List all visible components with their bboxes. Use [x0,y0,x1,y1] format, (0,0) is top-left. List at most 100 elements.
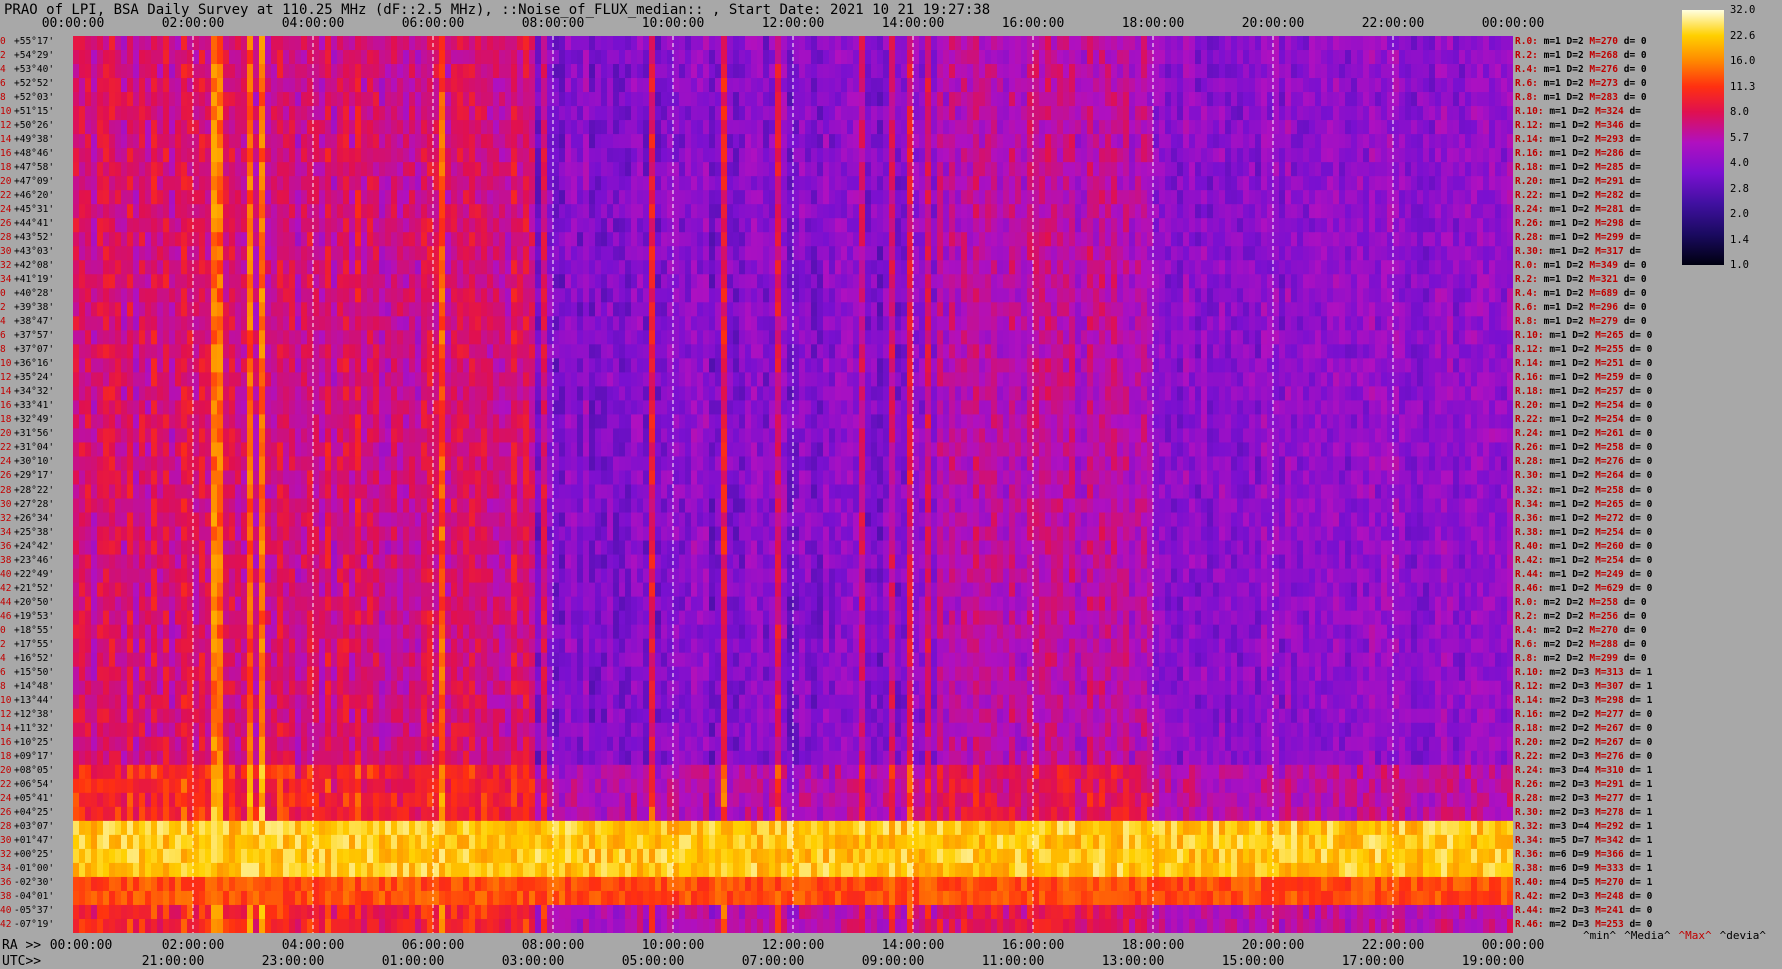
heatmap-cell [919,78,926,93]
heatmap-cell [493,232,500,247]
heatmap-cell [991,218,998,233]
heatmap-cell [1039,64,1046,79]
heatmap-cell [277,204,284,219]
heatmap-cell [1309,106,1316,121]
heatmap-cell [1153,190,1160,205]
heatmap-cell [889,274,896,289]
heatmap-cell [139,120,146,135]
heatmap-cell [493,134,500,149]
heatmap-cell [355,148,362,163]
heatmap-cell [1069,288,1076,303]
heatmap-cell [997,78,1004,93]
heatmap-cell [1075,288,1082,303]
heatmap-cell [943,162,950,177]
heatmap-cell [1195,50,1202,65]
heatmap-cell [799,134,806,149]
heatmap-cell [985,232,992,247]
heatmap-cell [1357,288,1364,303]
heatmap-cell [649,50,656,65]
heatmap-cell [457,92,464,107]
heatmap-cell [343,64,350,79]
heatmap-cell [1327,92,1334,107]
heatmap-cell [157,302,164,317]
heatmap-cell [1477,148,1484,163]
heatmap-cell [403,36,410,51]
heatmap-cell [1237,190,1244,205]
heatmap-cell [979,148,986,163]
heatmap-cell [157,106,164,121]
heatmap-cell [223,148,230,163]
heatmap-cell [1219,120,1226,135]
heatmap-cell [949,218,956,233]
heatmap-cell [1315,134,1322,149]
heatmap-cell [175,204,182,219]
heatmap-cell [1201,106,1208,121]
heatmap-cell [1087,232,1094,247]
heatmap-cell [1273,260,1280,275]
heatmap-cell [181,218,188,233]
heatmap-cell [1249,232,1256,247]
heatmap-cell [1189,274,1196,289]
heatmap-cell [685,36,692,51]
heatmap-cell [703,162,710,177]
heatmap-cell [955,92,962,107]
heatmap-cell [1315,120,1322,135]
heatmap-cell [1213,64,1220,79]
heatmap-cell [745,50,752,65]
heatmap-cell [1249,162,1256,177]
heatmap-cell [343,260,350,275]
heatmap-cell [1081,176,1088,191]
heatmap-cell [991,106,998,121]
heatmap-cell [1225,92,1232,107]
heatmap-cell [751,302,758,317]
heatmap-cell [709,190,716,205]
heatmap-cell [535,148,542,163]
heatmap-cell [487,64,494,79]
heatmap-cell [1009,218,1016,233]
heatmap-cell [439,302,446,317]
heatmap-cell [649,176,656,191]
heatmap-cell [229,50,236,65]
heatmap-cell [1081,120,1088,135]
heatmap-cell [1105,92,1112,107]
heatmap-cell [691,36,698,51]
heatmap-cell [811,232,818,247]
heatmap-cell [895,218,902,233]
heatmap-cell [439,148,446,163]
heatmap-cell [103,50,110,65]
heatmap-cell [511,316,518,331]
heatmap-cell [193,50,200,65]
heatmap-cell [1441,106,1448,121]
heatmap-cell [1141,78,1148,93]
heatmap-cell [1321,148,1328,163]
heatmap-cell [1171,218,1178,233]
heatmap-cell [247,190,254,205]
heatmap-cell [793,218,800,233]
heatmap-cell [1393,176,1400,191]
heatmap-cell [409,36,416,51]
heatmap-cell [1435,78,1442,93]
heatmap-cell [499,232,506,247]
heatmap-cell [331,190,338,205]
heatmap-cell [1099,64,1106,79]
heatmap-cell [181,106,188,121]
heatmap-cell [1243,232,1250,247]
heatmap-cell [541,92,548,107]
heatmap-cell [355,190,362,205]
heatmap-cell [1051,148,1058,163]
heatmap-cell [79,148,86,163]
heatmap-cell [781,288,788,303]
heatmap-cell [1141,218,1148,233]
heatmap-cell [1075,190,1082,205]
heatmap-cell [1423,260,1430,275]
heatmap-cell [1315,148,1322,163]
heatmap-cell [211,106,218,121]
heatmap-cell [1213,288,1220,303]
heatmap-cell [649,288,656,303]
heatmap-cell [925,204,932,219]
heatmap-cell [865,78,872,93]
heatmap-cell [223,316,230,331]
heatmap-cell [121,288,128,303]
heatmap-cell [1021,162,1028,177]
heatmap-cell [79,274,86,289]
